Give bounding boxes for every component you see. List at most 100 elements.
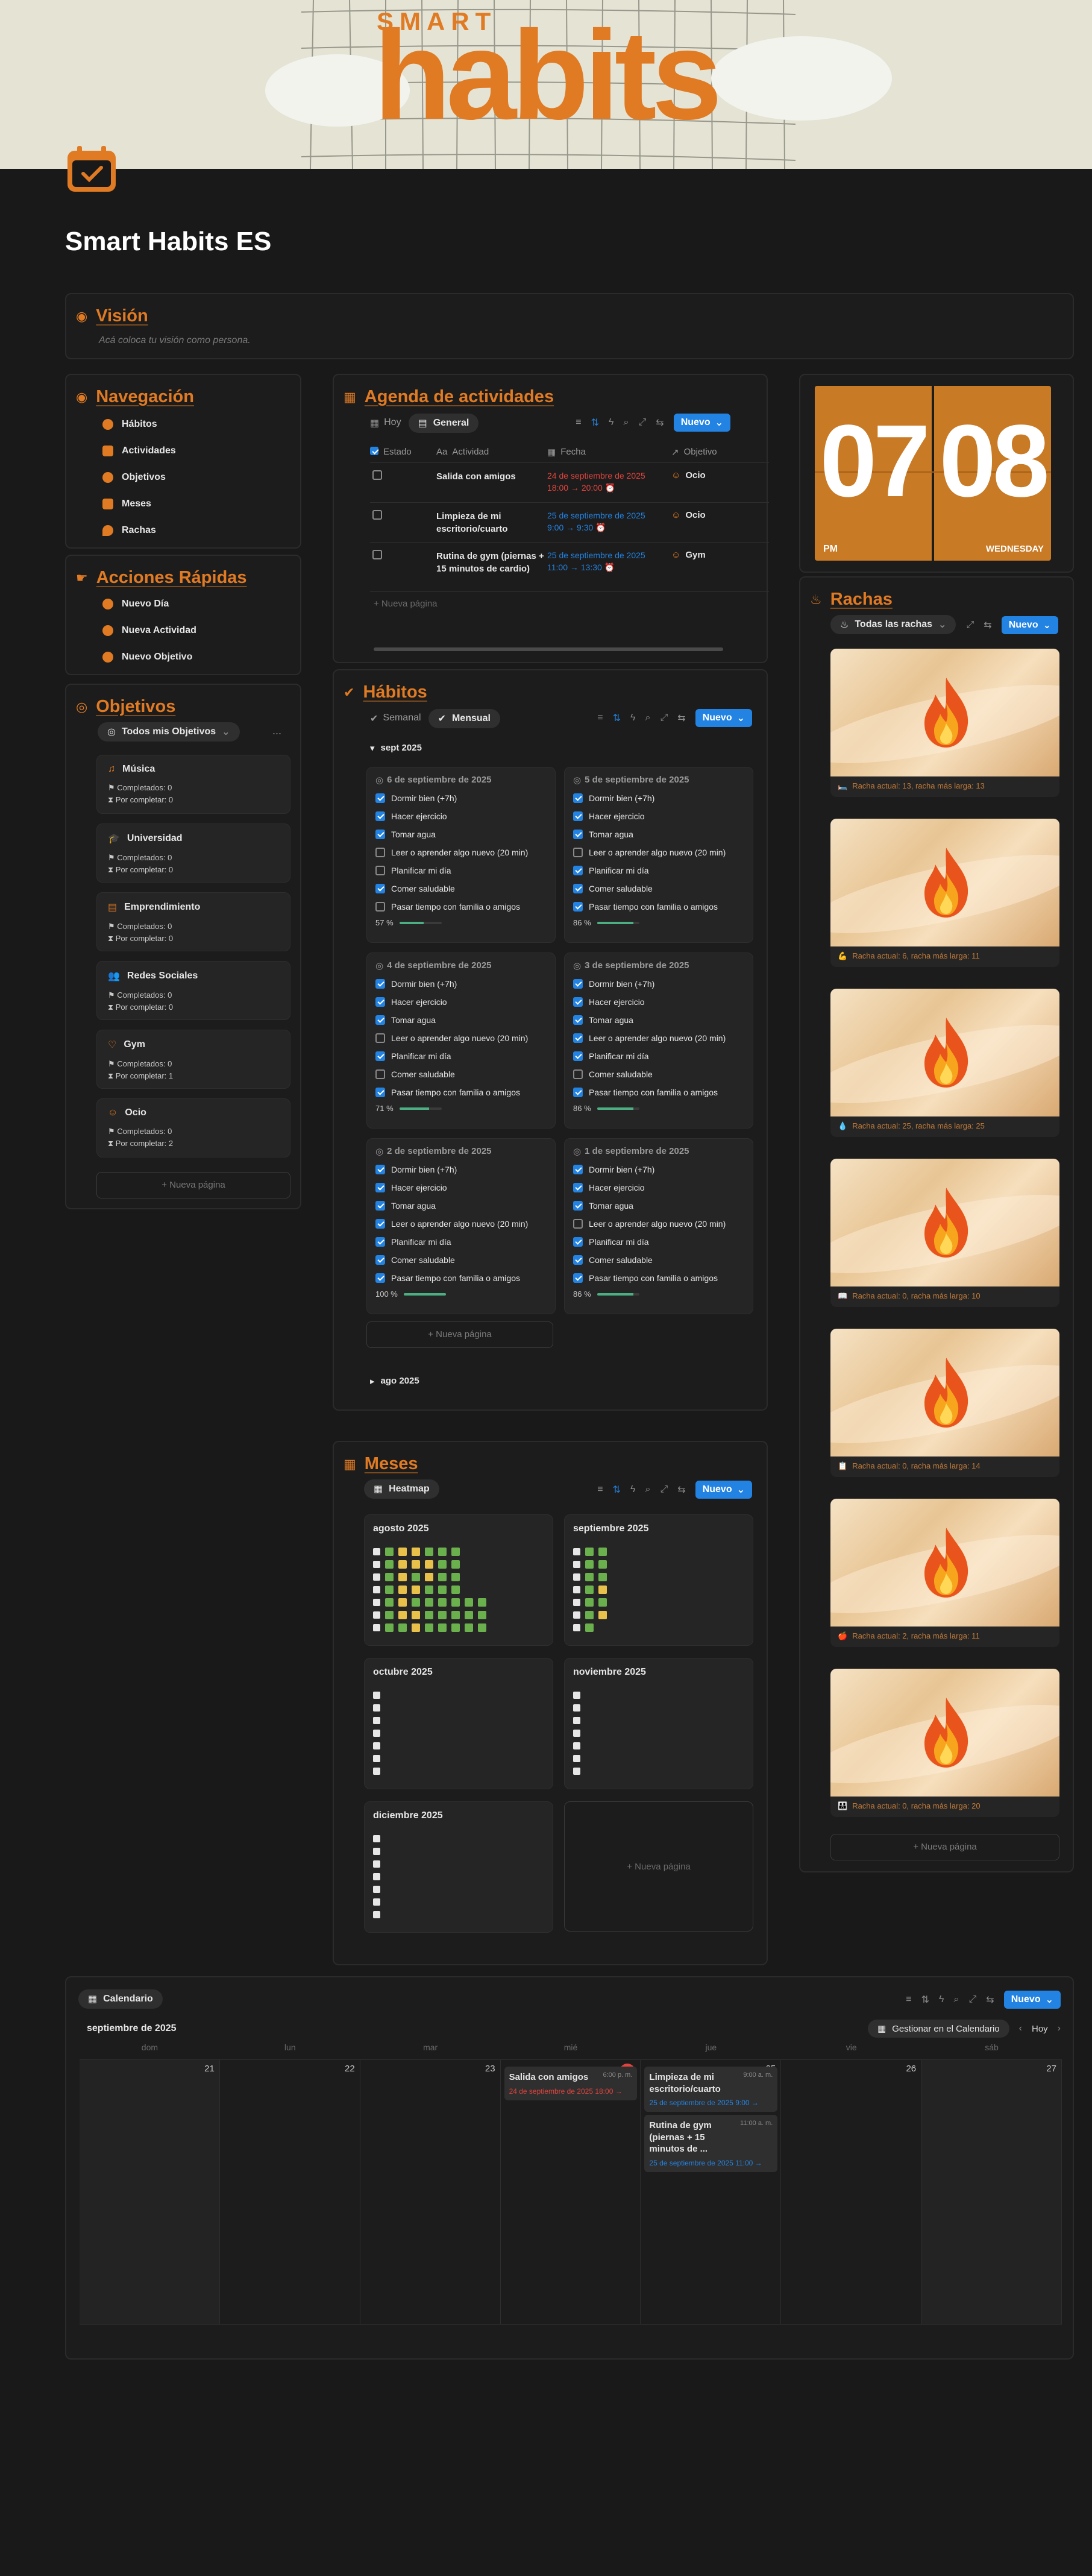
habit-checkbox[interactable] <box>375 1015 385 1025</box>
vision-text[interactable]: Acá coloca tu visión como persona. <box>99 335 251 346</box>
expand-icon[interactable]: ⤢ <box>638 417 646 428</box>
objective-card[interactable]: ♫ Música ⚑ Completados: 0 ⧗ Por completar… <box>96 755 290 814</box>
months-new-button[interactable]: Nuevo ⌄ <box>695 1481 752 1499</box>
automation-icon[interactable]: ϟ <box>630 1484 635 1495</box>
calendar-day-cell[interactable]: 23 <box>360 2059 501 2325</box>
habit-checkbox[interactable] <box>573 1069 583 1079</box>
agenda-title[interactable]: Agenda de actividades <box>365 387 554 407</box>
tab-monthly[interactable]: ✔ Mensual <box>428 709 500 728</box>
new-activity-button[interactable]: Nueva Actividad <box>102 617 196 644</box>
habits-new-page[interactable]: + Nueva página <box>366 1321 553 1348</box>
habit-checkbox[interactable] <box>573 979 583 989</box>
group-aug[interactable]: ▸ ago 2025 <box>370 1376 419 1387</box>
calendar-day-cell[interactable]: 26 <box>781 2059 922 2325</box>
habit-checkbox[interactable] <box>375 1255 385 1265</box>
habit-checkbox[interactable] <box>375 902 385 912</box>
habit-checkbox[interactable] <box>375 811 385 821</box>
habit-checkbox[interactable] <box>573 1237 583 1247</box>
automation-icon[interactable]: ϟ <box>939 1994 944 2005</box>
habit-checkbox[interactable] <box>573 884 583 893</box>
expand-icon[interactable]: ⤢ <box>968 1994 976 2005</box>
habit-checkbox[interactable] <box>573 866 583 875</box>
status-checkbox[interactable] <box>372 550 382 559</box>
habit-day-card[interactable]: ◎ 4 de septiembre de 2025 Dormir bien (+7h… <box>366 953 556 1129</box>
status-checkbox[interactable] <box>372 510 382 520</box>
vision-title[interactable]: Visión <box>96 306 148 326</box>
habit-day-card[interactable]: ◎ 3 de septiembre de 2025 Dormir bien (+7h… <box>564 953 753 1129</box>
habit-checkbox[interactable] <box>375 1033 385 1043</box>
activity-name[interactable]: Salida con amigos <box>436 470 547 483</box>
habits-new-button[interactable]: Nuevo ⌄ <box>695 709 752 727</box>
calendar-day-cell[interactable]: 27 <box>921 2059 1062 2325</box>
habit-checkbox[interactable] <box>375 1051 385 1061</box>
settings-icon[interactable]: ⇆ <box>984 619 991 631</box>
settings-icon[interactable]: ⇆ <box>677 712 685 724</box>
habit-checkbox[interactable] <box>573 830 583 839</box>
calendar-view[interactable]: ▦ Calendario <box>78 1989 163 2009</box>
habit-checkbox[interactable] <box>375 1273 385 1283</box>
habit-day-card[interactable]: ◎ 5 de septiembre de 2025 Dormir bien (+7h… <box>564 767 753 943</box>
streak-card[interactable]: 📋 Racha actual: 0, racha más larga: 14 <box>830 1329 1059 1477</box>
calendar-event[interactable]: Rutina de gym (piernas + 15 minutos de .… <box>644 2115 778 2172</box>
habit-checkbox[interactable] <box>375 830 385 839</box>
habit-checkbox[interactable] <box>573 811 583 821</box>
habit-checkbox[interactable] <box>573 1255 583 1265</box>
streak-card[interactable]: 📖 Racha actual: 0, racha más larga: 10 <box>830 1159 1059 1307</box>
tab-weekly[interactable]: ✔ Semanal <box>370 713 421 725</box>
sort-icon[interactable]: ⇅ <box>613 712 621 724</box>
new-objective-button[interactable]: Nuevo Objetivo <box>102 644 196 670</box>
nav-item-habits[interactable]: Hábitos <box>102 411 176 438</box>
tab-today[interactable]: ▦ Hoy <box>370 417 401 429</box>
habit-checkbox[interactable] <box>573 1015 583 1025</box>
objective-card[interactable]: 🎓 Universidad ⚑ Completados: 0 ⧗ Por comp… <box>96 824 290 883</box>
activity-name[interactable]: Limpieza de mi escritorio/cuarto <box>436 510 547 535</box>
tab-general[interactable]: ▤ General <box>408 414 479 433</box>
view-heatmap[interactable]: ▦ Heatmap <box>364 1479 439 1499</box>
habit-checkbox[interactable] <box>573 793 583 803</box>
calendar-event[interactable]: Limpieza de mi escritorio/cuarto 9:00 a. … <box>644 2067 778 2112</box>
expand-icon[interactable]: ⤢ <box>660 713 668 723</box>
nav-title[interactable]: Navegación <box>96 387 194 407</box>
months-title[interactable]: Meses <box>365 1454 418 1474</box>
nav-item-activities[interactable]: Actividades <box>102 438 176 464</box>
quick-title[interactable]: Acciones Rápidas <box>96 568 247 588</box>
nav-item-streaks[interactable]: Rachas <box>102 517 176 544</box>
month-card[interactable]: agosto 2025 <box>364 1514 553 1646</box>
agenda-new-page[interactable]: + Nueva página <box>370 592 769 616</box>
streak-card[interactable]: 👪 Racha actual: 0, racha más larga: 20 <box>830 1669 1059 1817</box>
month-card[interactable]: octubre 2025 <box>364 1658 553 1789</box>
habit-checkbox[interactable] <box>573 1051 583 1061</box>
habit-checkbox[interactable] <box>573 1033 583 1043</box>
habit-checkbox[interactable] <box>375 793 385 803</box>
horizontal-scrollbar[interactable] <box>374 647 723 651</box>
habit-day-card[interactable]: ◎ 6 de septiembre de 2025 Dormir bien (+7h… <box>366 767 556 943</box>
col-goal[interactable]: ↗ Objetivo <box>671 447 769 458</box>
filter-icon[interactable]: ≡ <box>576 417 581 428</box>
habit-checkbox[interactable] <box>375 997 385 1007</box>
search-icon[interactable]: ⌕ <box>624 417 629 428</box>
filter-icon[interactable]: ≡ <box>906 1994 911 2005</box>
habit-checkbox[interactable] <box>573 1201 583 1211</box>
table-row[interactable]: Salida con amigos 24 de septiembre de 20… <box>370 463 769 503</box>
automation-icon[interactable]: ϟ <box>609 417 613 428</box>
streak-card[interactable]: 🍎 Racha actual: 2, racha más larga: 11 <box>830 1499 1059 1647</box>
streak-card[interactable]: 🛏️ Racha actual: 13, racha más larga: 13 <box>830 649 1059 797</box>
objectives-title[interactable]: Objetivos <box>96 697 175 717</box>
habit-checkbox[interactable] <box>375 979 385 989</box>
habit-checkbox[interactable] <box>375 1237 385 1247</box>
objectives-filter[interactable]: ◎ Todos mis Objetivos ⌄ <box>98 722 240 742</box>
calendar-day-cell[interactable]: 22 <box>219 2059 360 2325</box>
month-card[interactable]: diciembre 2025 <box>364 1801 553 1933</box>
group-sept[interactable]: ▾ sept 2025 <box>370 743 422 754</box>
habit-checkbox[interactable] <box>573 1165 583 1174</box>
habit-checkbox[interactable] <box>375 1069 385 1079</box>
expand-icon[interactable]: ⤢ <box>966 620 974 631</box>
habit-checkbox[interactable] <box>375 866 385 875</box>
nav-item-months[interactable]: Meses <box>102 491 176 517</box>
agenda-new-button[interactable]: Nuevo ⌄ <box>673 414 730 432</box>
habit-checkbox[interactable] <box>375 1201 385 1211</box>
search-icon[interactable]: ⌕ <box>954 1994 959 2005</box>
col-activity[interactable]: Aa Actividad <box>436 447 547 457</box>
streaks-new-page[interactable]: + Nueva página <box>830 1834 1059 1860</box>
sort-icon[interactable]: ⇅ <box>613 1484 621 1496</box>
